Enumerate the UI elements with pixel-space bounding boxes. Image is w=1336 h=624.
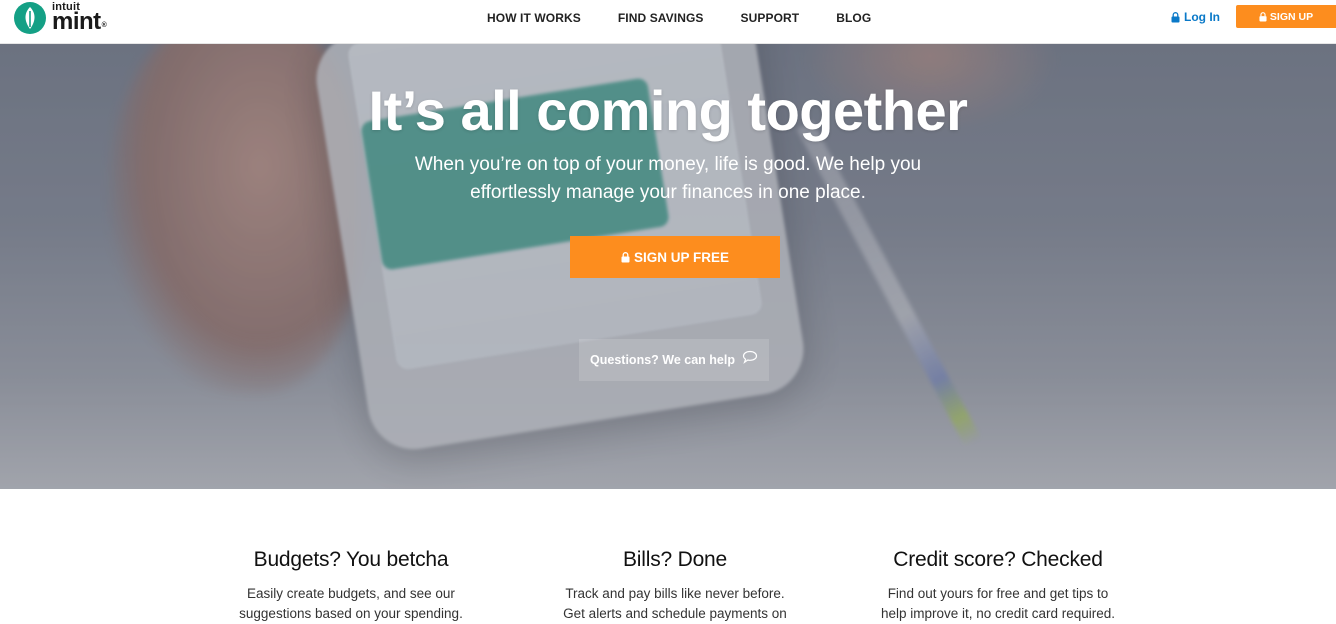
signup-free-label: SIGN UP FREE [633, 249, 730, 265]
feature-title: Credit score? Checked [893, 548, 1103, 571]
feature-title: Budgets? You betcha [253, 548, 449, 571]
feature-description: Easily create budgets, and see our sugge… [201, 584, 501, 624]
feature-description-line: Track and pay bills like never before. [565, 586, 785, 601]
nav-find-savings[interactable]: FIND SAVINGS [618, 11, 704, 25]
feature-description-line: Get alerts and schedule payments on [563, 606, 787, 621]
hero-section: It’s all coming together When you’re on … [0, 44, 1336, 489]
logo-mint-text: mint® [52, 8, 107, 35]
signup-free-button[interactable]: SIGN UP FREE [570, 236, 780, 278]
feature-description-line: help improve it, no credit card required… [880, 606, 1116, 621]
hero-subtitle-line: effortlessly manage your finances in one… [470, 182, 866, 203]
feature-description: Find out yours for free and get tips to … [848, 584, 1148, 624]
mint-leaf-icon [14, 2, 46, 34]
hero-subtitle: When you’re on top of your money, life i… [0, 151, 1336, 207]
feature-description-line: Find out yours for free and get tips to [887, 586, 1109, 601]
feature-description-line: Easily create budgets, and see our [247, 586, 455, 601]
nav-support[interactable]: SUPPORT [741, 11, 800, 25]
feature-description-line: suggestions based on your spending. [239, 606, 463, 621]
signup-label: SIGN UP [1269, 10, 1314, 23]
login-link[interactable]: Log In [1171, 10, 1220, 24]
main-nav: HOW IT WORKS FIND SAVINGS SUPPORT BLOG [487, 0, 908, 36]
questions-help-button[interactable]: Questions? We can help [579, 339, 769, 381]
lock-icon [621, 251, 630, 262]
registered-mark: ® [101, 22, 107, 29]
feature-title: Bills? Done [622, 548, 728, 571]
lock-icon [1259, 11, 1267, 21]
feature-budgets: Budgets? You betcha Easily create budget… [201, 548, 501, 624]
nav-blog[interactable]: BLOG [836, 11, 871, 25]
feature-credit-score: Credit score? Checked Find out yours for… [848, 548, 1148, 624]
login-label: Log In [1184, 10, 1220, 24]
logo-text: intuit mint® [52, 1, 122, 35]
chat-bubble-icon [742, 350, 758, 364]
feature-description: Track and pay bills like never before. G… [525, 584, 825, 624]
mint-logo[interactable]: intuit mint® [14, 0, 122, 35]
lock-icon [1171, 11, 1180, 22]
site-header: intuit mint® HOW IT WORKS FIND SAVINGS S… [0, 0, 1336, 44]
nav-how-it-works[interactable]: HOW IT WORKS [487, 11, 581, 25]
hero-subtitle-line: When you’re on top of your money, life i… [414, 154, 922, 175]
feature-bills: Bills? Done Track and pay bills like nev… [525, 548, 825, 624]
help-label: Questions? We can help [590, 353, 735, 367]
signup-button-header[interactable]: SIGN UP [1236, 5, 1336, 28]
hero-title: It’s all coming together [368, 79, 968, 142]
features-section: Budgets? You betcha Easily create budget… [0, 489, 1336, 624]
